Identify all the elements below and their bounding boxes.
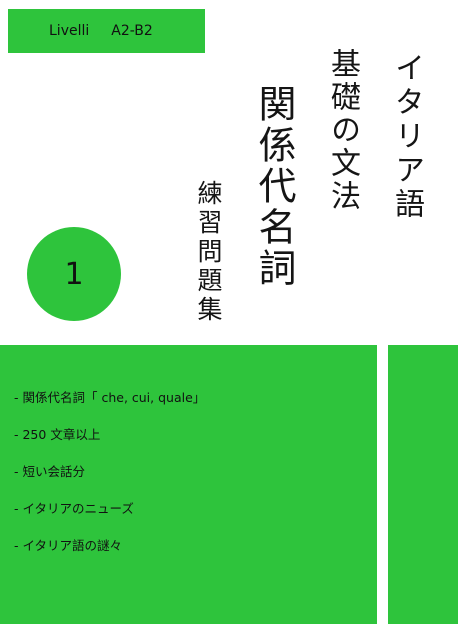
feature-item: - 250 文章以上 <box>14 427 101 442</box>
feature-item: - 関係代名詞「 che, cui, quale」 <box>14 390 206 405</box>
subtitle: 練習問題集 <box>194 180 223 325</box>
side-band <box>388 345 458 624</box>
title-line-2: 基礎の文法 <box>325 48 360 213</box>
level-value: A2-B2 <box>111 23 153 39</box>
level-label: Livelli <box>49 23 90 39</box>
feature-item: - イタリア語の謎々 <box>14 538 122 553</box>
volume-number: 1 <box>64 256 84 292</box>
volume-number-badge: 1 <box>27 227 121 321</box>
title-line-1: イタリア語 <box>389 52 424 222</box>
title-line-3: 関係代名詞 <box>252 84 296 289</box>
level-badge: Livelli A2-B2 <box>8 9 205 53</box>
feature-list: - 関係代名詞「 che, cui, quale」 - 250 文章以上 - 短… <box>14 390 205 575</box>
feature-item: - イタリアのニューズ <box>14 501 134 516</box>
feature-item: - 短い会話分 <box>14 464 85 479</box>
